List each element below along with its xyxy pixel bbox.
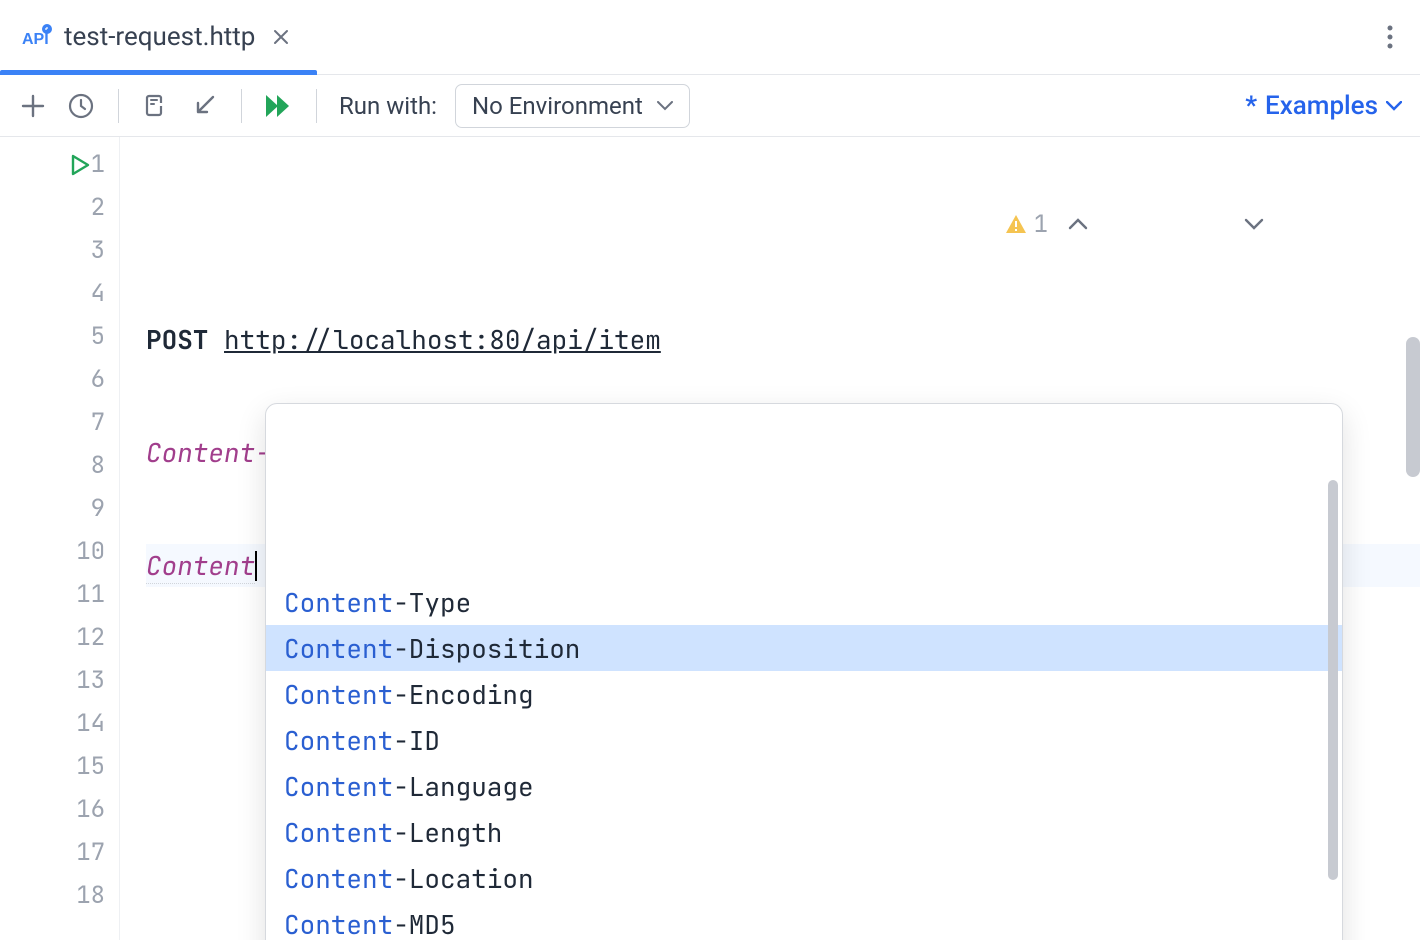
next-highlight-button[interactable] (1244, 147, 1400, 301)
popup-scrollbar[interactable] (1328, 480, 1338, 880)
import-icon (143, 93, 169, 119)
request-url: http://localhost:80/api/item (224, 322, 661, 357)
line-number: 4 (0, 272, 119, 315)
more-vertical-icon (1387, 25, 1393, 49)
line-number: 2 (0, 186, 119, 229)
autocomplete-item[interactable]: Content-Length (266, 809, 1342, 855)
autocomplete-item[interactable]: Content-Encoding (266, 671, 1342, 717)
autocomplete-item[interactable]: Content-ID (266, 717, 1342, 763)
autocomplete-item[interactable]: Content-MD5 (266, 901, 1342, 940)
tab-title: test-request.http (64, 22, 255, 52)
line-number: 18 (0, 874, 119, 917)
line-number: 7 (0, 401, 119, 444)
line-number: 16 (0, 788, 119, 831)
export-icon (191, 93, 217, 119)
clock-icon (67, 92, 95, 120)
line-number: 12 (0, 616, 119, 659)
plus-icon (20, 93, 46, 119)
warning-icon (1004, 212, 1028, 236)
editor-toolbar: Run with: No Environment * Examples (0, 75, 1420, 137)
line-number: 8 (0, 444, 119, 487)
tab-options-button[interactable] (1360, 0, 1420, 74)
svg-text:API: API (22, 31, 49, 48)
run-all-button[interactable] (264, 91, 294, 121)
line-number: 14 (0, 702, 119, 745)
code-line-1[interactable]: POST http://localhost:80/api/item (146, 318, 1420, 361)
chevron-down-icon (1244, 217, 1264, 231)
history-button[interactable] (66, 91, 96, 121)
warning-count: 1 (1034, 209, 1048, 240)
chevron-up-icon (1068, 217, 1088, 231)
line-number: 15 (0, 745, 119, 788)
add-request-button[interactable] (18, 91, 48, 121)
chevron-down-icon (1386, 101, 1402, 111)
text-caret (255, 551, 257, 581)
close-icon (273, 29, 289, 45)
line-number: 9 (0, 487, 119, 530)
environment-select[interactable]: No Environment (455, 84, 690, 128)
app-root: API test-request.http R (0, 0, 1420, 940)
line-number: 5 (0, 315, 119, 358)
line-number: 10 (0, 530, 119, 573)
autocomplete-item[interactable]: Content-Location (266, 855, 1342, 901)
export-button[interactable] (189, 91, 219, 121)
prev-highlight-button[interactable] (1068, 147, 1224, 301)
line-number: 6 (0, 358, 119, 401)
autocomplete-list[interactable]: Content-TypeContent-DispositionContent-E… (266, 474, 1342, 940)
inspection-strip: 1 (1004, 147, 1400, 301)
examples-label: Examples (1265, 91, 1378, 121)
autocomplete-popup: Content-TypeContent-DispositionContent-E… (265, 403, 1343, 940)
examples-button[interactable]: * Examples (1245, 91, 1402, 121)
tab-close-button[interactable] (267, 23, 295, 51)
editor-scrollbar[interactable] (1406, 337, 1420, 477)
line-number: 1 (0, 143, 119, 186)
line-gutter: 123456789101112131415161718 (0, 137, 120, 940)
typed-text: Content (146, 548, 255, 584)
api-file-icon: API (22, 22, 52, 52)
file-tab[interactable]: API test-request.http (0, 0, 317, 74)
modified-marker: * (1245, 91, 1257, 121)
double-play-icon (264, 93, 294, 119)
http-method: POST (146, 322, 208, 357)
run-with-label: Run with: (339, 92, 437, 120)
warning-badge[interactable]: 1 (1004, 209, 1048, 240)
line-number: 13 (0, 659, 119, 702)
import-button[interactable] (141, 91, 171, 121)
tab-bar: API test-request.http (0, 0, 1420, 75)
line-number: 11 (0, 573, 119, 616)
line-number: 17 (0, 831, 119, 874)
autocomplete-item[interactable]: Content-Language (266, 763, 1342, 809)
code-area[interactable]: 1 POST http://localhost:80/api/item Cont… (120, 137, 1420, 940)
run-gutter-icon[interactable] (70, 154, 90, 176)
code-editor[interactable]: 123456789101112131415161718 1 POST http:… (0, 137, 1420, 940)
line-number: 3 (0, 229, 119, 272)
environment-value: No Environment (472, 92, 643, 120)
autocomplete-item[interactable]: Content-Disposition (266, 625, 1342, 671)
autocomplete-item[interactable]: Content-Type (266, 579, 1342, 625)
chevron-down-icon (657, 101, 673, 111)
